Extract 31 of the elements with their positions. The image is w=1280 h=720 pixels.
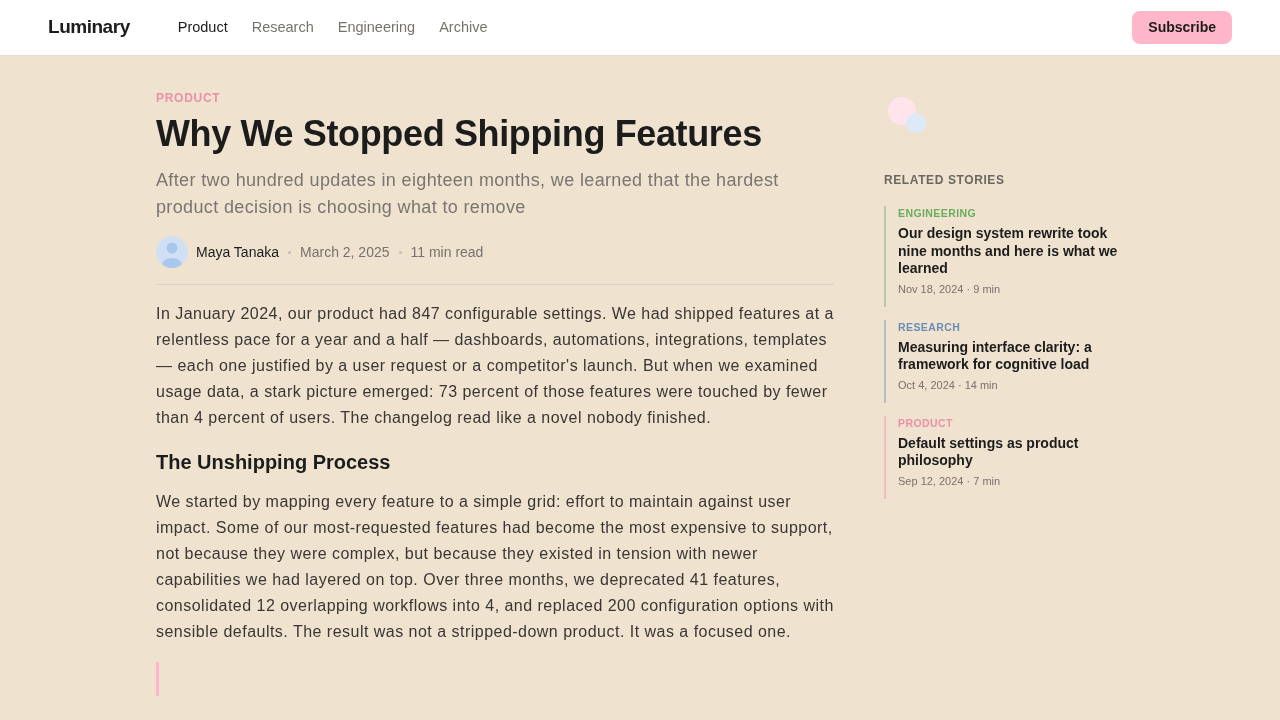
article-title: Why We Stopped Shipping Features <box>156 112 763 156</box>
section-heading: The Unshipping Process <box>156 450 392 475</box>
article-subtitle: After two hundred updates in eighteen months, we learned that the hardest product decision is choosing what to remove <box>156 169 780 219</box>
story-title[interactable]: Our design system rewrite took nine months and here is what we learned <box>898 225 1120 278</box>
story-card[interactable]: PRODUCT Default settings as product philosophy Sep 12, 2024 · 7 min <box>884 415 1124 499</box>
story-category: PRODUCT <box>898 415 953 430</box>
related-heading: RELATED STORIES <box>884 172 1006 188</box>
body-paragraph: We started by mapping every feature to a simple grid: effort to maintain against user impact. Some of our most-requested features had become the most expensive to support, not because they were complex, but because they existed in tension with newer capabilities we had layered on top. Over three months, we deprecated 41 features, consolidated 12 overlapping workflows into 4, and replaced 200 configuration options with sensible defaults. The result was not a stripped-down product. It was a focused one. <box>156 492 834 642</box>
story-category: RESEARCH <box>898 319 961 334</box>
nav-link[interactable]: Engineering <box>337 16 416 39</box>
nav-link[interactable]: Product <box>177 16 228 39</box>
nav-link[interactable]: Archive <box>439 16 488 39</box>
story-category: ENGINEERING <box>898 206 977 220</box>
avatar-icon <box>156 236 188 268</box>
circles-icon <box>888 97 926 133</box>
article-category: PRODUCT <box>156 90 221 106</box>
body-paragraph: In January 2024, our product had 847 configurable settings. We had shipped features at a relentless pace for a year and a half — dashboards, automations, integrations, templates — each one justified by a user request or a competitor's launch. But when we examined usage data, a stark picture emerged: 73 percent of those features were touched by fewer than 4 percent of users. The changelog read like a novel nobody finished. <box>156 304 834 428</box>
site-logo[interactable]: Luminary <box>48 13 130 42</box>
story-title[interactable]: Measuring interface clarity: a framework for cognitive load <box>898 338 1120 374</box>
story-title[interactable]: Default settings as product philosophy <box>898 434 1120 470</box>
nav-link[interactable]: Research <box>251 16 314 39</box>
read-time: 11 min read <box>410 242 484 262</box>
quote-border <box>156 662 159 696</box>
publish-date: March 2, 2025 <box>300 242 390 262</box>
story-card[interactable]: RESEARCH Measuring interface clarity: a framework for cognitive load Oct 4, 2024 · 14 min <box>884 319 1124 403</box>
author-name[interactable]: Maya Tanaka <box>196 241 279 263</box>
story-card[interactable]: ENGINEERING Our design system rewrite took nine months and here is what we learned Nov 18, 2024 · 9 min <box>884 206 1124 307</box>
story-meta: Oct 4, 2024 · 14 min <box>898 378 998 391</box>
subscribe-button[interactable]: Subscribe <box>1132 11 1232 44</box>
story-meta: Nov 18, 2024 · 9 min <box>898 282 1001 295</box>
story-meta: Sep 12, 2024 · 7 min <box>898 474 1001 487</box>
